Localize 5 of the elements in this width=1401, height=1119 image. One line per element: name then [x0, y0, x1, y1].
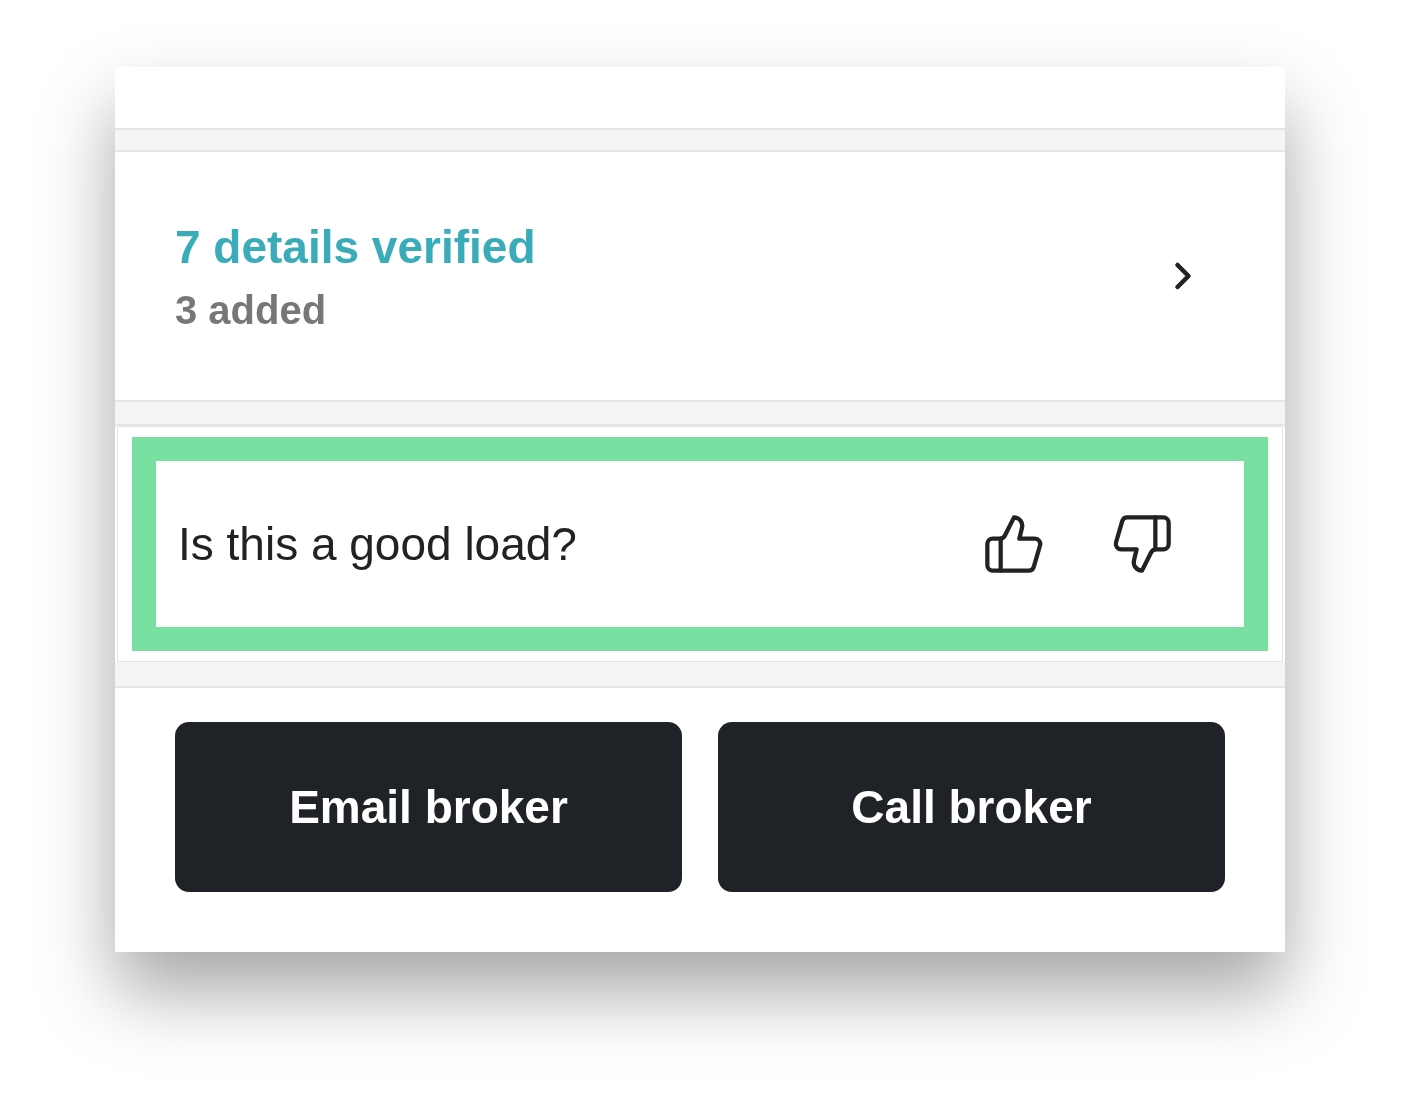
- broker-button[interactable]: Call broker: [718, 722, 1225, 892]
- added-count: 3 added: [175, 287, 328, 333]
- details-verified-title: 7 details verified: [175, 219, 536, 274]
- broker-button[interactable]: Email broker: [175, 722, 682, 892]
- feedback-question: Is this a good load?: [178, 517, 577, 571]
